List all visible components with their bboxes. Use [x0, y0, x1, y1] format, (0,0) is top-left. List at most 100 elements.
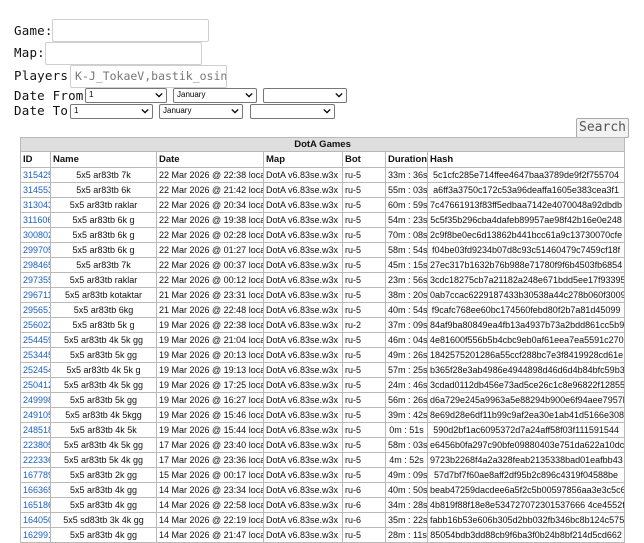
chevron-down-icon — [335, 92, 343, 98]
game-id-link[interactable]: 252454 — [23, 365, 50, 375]
cell-date: 19 Mar 2026 @ 15:46 local — [156, 407, 264, 423]
cell-id: 249998 — [20, 392, 51, 408]
cell-name: 5x5 ar83tb 5k gg — [50, 392, 157, 408]
game-id-link[interactable]: 222336 — [23, 455, 50, 465]
game-id-link[interactable]: 167789 — [23, 470, 50, 480]
map-input[interactable] — [45, 42, 202, 65]
game-id-link[interactable]: 164050 — [23, 515, 50, 525]
cell-name: 5x5 ar83tb raklar — [50, 197, 157, 213]
cell-map: DotA v6.83se.w3x — [263, 272, 343, 288]
from-month-select[interactable]: January — [173, 88, 257, 103]
game-id-link[interactable]: 315425 — [23, 170, 50, 180]
from-day-select[interactable]: 1 — [85, 88, 167, 103]
game-id-link[interactable]: 298465 — [23, 260, 50, 270]
cell-name: 5x5 ar83tb 4k 5k — [50, 422, 157, 438]
cell-map: DotA v6.83se.w3x — [263, 377, 343, 393]
column-header-name: Name — [50, 151, 157, 168]
game-id-link[interactable]: 250412 — [23, 380, 50, 390]
game-id-link[interactable]: 223805 — [23, 440, 50, 450]
cell-name: 5x5 ar83tb 4k 5k g — [50, 362, 157, 378]
players-input[interactable]: K-J_TokaeV,bastik_osinda — [70, 65, 227, 88]
cell-name: 5x5 ar83tb raklar — [50, 272, 157, 288]
game-id-link[interactable]: 300802 — [23, 230, 50, 240]
cell-hash: a6ff3a3750c172c53a96deaffa1605e383cea3f1 — [426, 182, 626, 198]
date-to-label: Date To: — [14, 103, 76, 118]
cell-id: 300802 — [20, 227, 51, 243]
cell-date: 14 Mar 2026 @ 22:19 local — [156, 512, 264, 528]
cell-date: 22 Mar 2026 @ 00:37 local — [156, 257, 264, 273]
cell-bot: ru-5 — [342, 362, 386, 378]
search-button[interactable]: Search — [576, 118, 629, 138]
to-day-value: 1 — [74, 106, 79, 115]
cell-duration: 35m : 22s — [385, 512, 428, 528]
column-header-bot: Bot — [342, 151, 386, 168]
game-id-link[interactable]: 299705 — [23, 245, 50, 255]
game-id-link[interactable]: 295651 — [23, 305, 50, 315]
cell-name: 5x5 ar83tb 4k 5k gg — [50, 377, 157, 393]
game-id-link[interactable]: 162991 — [23, 530, 50, 540]
cell-name: 5x5 ar83tb 6k g — [50, 227, 157, 243]
cell-id: 164050 — [20, 512, 51, 528]
table-row: 314553 5x5 ar83tb 6k 22 Mar 2026 @ 21:42 l… — [20, 182, 626, 198]
to-year-select[interactable] — [250, 104, 335, 119]
cell-id: 222336 — [20, 452, 51, 468]
cell-hash: 84af9ba80849ea4fb13a4937b73a2bdd861cc5b9 — [426, 317, 626, 333]
table-row: 223805 5x5 ar83tb 4k 5k gg 17 Mar 2026 @ 2… — [20, 437, 626, 453]
game-id-link[interactable]: 254459 — [23, 335, 50, 345]
game-id-link[interactable]: 166365 — [23, 485, 50, 495]
cell-hash: 5c1cfc285e714ffee4647baa3789de9f2f755704 — [426, 167, 626, 183]
cell-duration: 33m : 36s — [385, 167, 428, 183]
game-id-link[interactable]: 314553 — [23, 185, 50, 195]
game-id-link[interactable]: 311606 — [23, 215, 50, 225]
cell-duration: 60m : 59s — [385, 197, 428, 213]
cell-bot: ru-5 — [342, 407, 386, 423]
cell-name: 5x5 ar83tb 7k — [50, 167, 157, 183]
game-id-link[interactable]: 256022 — [23, 320, 50, 330]
cell-duration: 49m : 26s — [385, 347, 428, 363]
cell-date: 22 Mar 2026 @ 00:12 local — [156, 272, 264, 288]
cell-date: 22 Mar 2026 @ 22:38 local — [156, 167, 264, 183]
cell-bot: ru-6 — [342, 482, 386, 498]
game-id-link[interactable]: 253445 — [23, 350, 50, 360]
to-month-select[interactable]: January — [159, 104, 243, 119]
cell-date: 19 Mar 2026 @ 19:13 local — [156, 362, 264, 378]
cell-bot: ru-6 — [342, 497, 386, 513]
game-input[interactable] — [52, 19, 209, 42]
cell-hash: b365f28e3ab4986e4944898d46d6d4b84bfc59b3 — [426, 362, 626, 378]
cell-duration: 54m : 23s — [385, 212, 428, 228]
table-row: 298465 5x5 ar83tb 7k 22 Mar 2026 @ 00:37 l… — [20, 257, 626, 273]
cell-duration: 23m : 56s — [385, 272, 428, 288]
game-id-link[interactable]: 313043 — [23, 200, 50, 210]
cell-map: DotA v6.83se.w3x — [263, 512, 343, 528]
table-row: 162991 5x5 ar83tb 4k gg 14 Mar 2026 @ 21:4… — [20, 527, 626, 543]
game-id-link[interactable]: 296711 — [23, 290, 50, 300]
cell-hash: beab47259dacdee6a5f2c5b00597856aa3e3c5c6 — [426, 482, 626, 498]
cell-map: DotA v6.83se.w3x — [263, 302, 343, 318]
table-row: 165186 5x5 ar83tb 4k gg 14 Mar 2026 @ 22:5… — [20, 497, 626, 513]
game-id-link[interactable]: 297355 — [23, 275, 50, 285]
cell-hash: 5c5f35b296cba4dafeb89957ae98f42b16e0e248 — [426, 212, 626, 228]
cell-map: DotA v6.83se.w3x — [263, 257, 343, 273]
cell-map: DotA v6.83se.w3x — [263, 467, 343, 483]
cell-date: 22 Mar 2026 @ 19:38 local — [156, 212, 264, 228]
game-id-link[interactable]: 249998 — [23, 395, 50, 405]
game-id-link[interactable]: 249105 — [23, 410, 50, 420]
cell-name: 5x5 ar83tb 5k g — [50, 317, 157, 333]
cell-id: 252454 — [20, 362, 51, 378]
cell-name: 5x5 ar83tb 6k g — [50, 212, 157, 228]
cell-hash: fabb16b53e606b305d2bb032fb346bc8b124c575 — [426, 512, 626, 528]
cell-map: DotA v6.83se.w3x — [263, 407, 343, 423]
cell-hash: 57d7bf7f60ae8aff2df95b2c896c4319f04588be — [426, 467, 626, 483]
from-year-select[interactable] — [263, 88, 347, 103]
cell-id: 311606 — [20, 212, 51, 228]
game-id-link[interactable]: 248518 — [23, 425, 50, 435]
cell-id: 250412 — [20, 377, 51, 393]
cell-date: 21 Mar 2026 @ 23:31 local — [156, 287, 264, 303]
games-table: DotA Games ID Name Date Map Bot Duration Hash … — [19, 137, 626, 543]
cell-id: 314553 — [20, 182, 51, 198]
game-id-link[interactable]: 165186 — [23, 500, 50, 510]
table-row: 315425 5x5 ar83tb 7k 22 Mar 2026 @ 22:38 l… — [20, 167, 626, 183]
to-day-select[interactable]: 1 — [70, 104, 153, 119]
cell-duration: 0m : 51s — [385, 422, 428, 438]
cell-name: 5x5 ar83tb 6k g — [50, 242, 157, 258]
